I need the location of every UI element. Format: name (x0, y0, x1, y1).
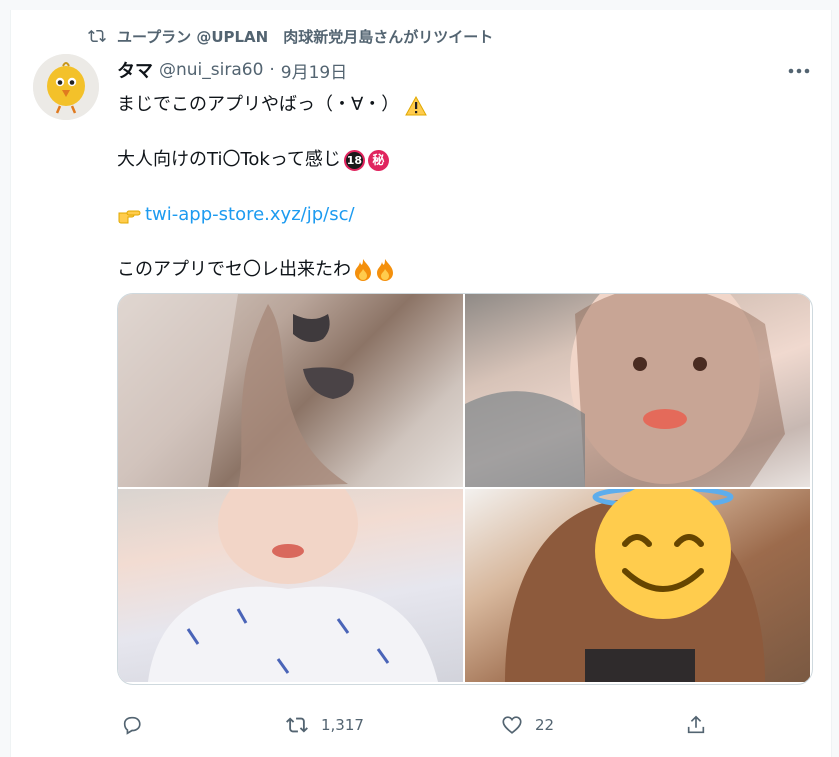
retweet-button[interactable]: 1,317 (285, 710, 364, 740)
media-photo-2[interactable] (465, 294, 810, 487)
more-options-button[interactable] (787, 60, 811, 82)
pointing-hand-icon (117, 205, 141, 225)
more-icon (788, 68, 810, 74)
tweet-text: まじでこのアプリやばっ（・∀・） 大人向けのTi〇Tokって感じ 18 秘 tw… (117, 92, 807, 312)
like-count: 22 (535, 716, 555, 734)
fire-icon (353, 258, 373, 282)
media-grid[interactable] (117, 293, 813, 685)
reply-icon (121, 714, 143, 736)
tweet-line-text: このアプリでセ〇レ出来たわ (117, 259, 351, 280)
media-photo-4[interactable] (465, 489, 810, 682)
share-icon (685, 714, 707, 736)
tweet-date[interactable]: 9月19日 (281, 58, 347, 83)
tweet-line: twi-app-store.xyz/jp/sc/ (117, 202, 807, 228)
secret-badge-icon: 秘 (367, 149, 389, 171)
tweet-line-text: 大人向けのTi〇Tokって感じ (117, 149, 341, 170)
heart-icon (501, 714, 523, 736)
retweet-context-text: ユープラン @UPLAN 肉球新党月島さんがリツイート (117, 27, 494, 46)
author-handle[interactable]: @nui_sira60 (159, 60, 263, 80)
media-photo-1[interactable] (118, 294, 463, 487)
like-button[interactable]: 22 (501, 710, 554, 740)
tweet-line: 大人向けのTi〇Tokって感じ 18 秘 (117, 147, 807, 173)
retweet-count: 1,317 (321, 716, 364, 734)
retweet-icon (87, 27, 107, 45)
separator: · (269, 60, 275, 80)
eighteen-badge-icon: 18 (343, 149, 365, 171)
media-photo-3[interactable] (118, 489, 463, 682)
share-button[interactable] (685, 710, 707, 740)
tweet-line: まじでこのアプリやばっ（・∀・） (117, 92, 807, 118)
tweet-link[interactable]: twi-app-store.xyz/jp/sc/ (145, 202, 355, 228)
warning-icon (405, 95, 428, 116)
tweet-line: このアプリでセ〇レ出来たわ (117, 257, 807, 283)
fire-icon (375, 258, 395, 282)
action-bar: 1,317 22 (117, 710, 717, 740)
author-name[interactable]: タマ (117, 57, 153, 83)
tweet-header: タマ @nui_sira60 · 9月19日 (117, 57, 347, 83)
tweet-line-text: まじでこのアプリやばっ（・∀・） (117, 94, 400, 115)
avatar[interactable] (33, 54, 99, 120)
retweet-icon (285, 714, 309, 736)
retweet-context[interactable]: ユープラン @UPLAN 肉球新党月島さんがリツイート (87, 24, 493, 48)
tweet-card[interactable]: ユープラン @UPLAN 肉球新党月島さんがリツイート タマ @nui_sira… (10, 10, 832, 757)
reply-button[interactable] (121, 710, 143, 740)
